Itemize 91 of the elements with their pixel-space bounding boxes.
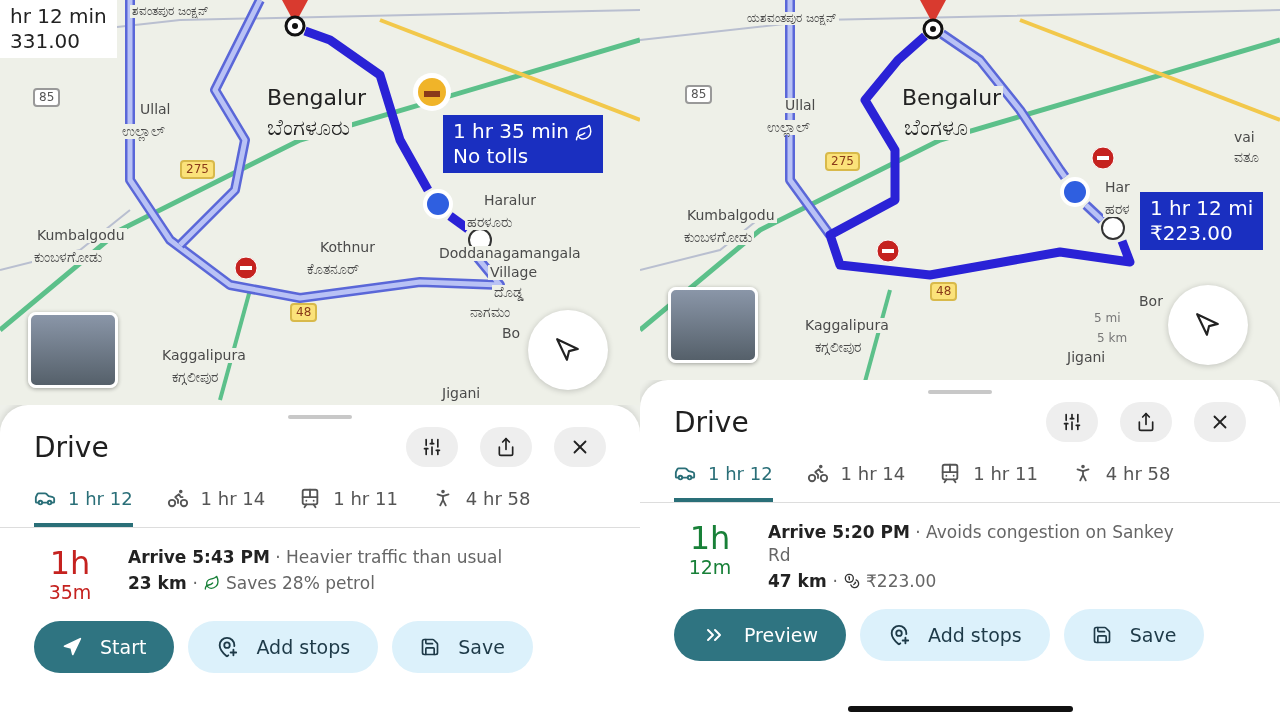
map-label: ಕಗ್ಗಲೀಪುರ [170,370,220,386]
start-point-icon [922,18,944,40]
share-button[interactable] [480,427,532,467]
arrival-info: Arrive 5:43 PM · Heavier traffic than usual [128,546,503,569]
alternate-route-line[interactable] [1082,201,1106,224]
map-label: ಹರಳೂರು [465,215,514,231]
street-view-thumbnail[interactable] [28,312,118,388]
map-label: Kaggalipura [803,318,891,334]
highway-shield: 85 [33,88,61,108]
no-entry-icon [1091,146,1115,170]
start-point-icon [284,15,306,37]
map-label: Ullal [783,98,818,114]
share-icon [496,437,516,457]
trip-detail: Saves 28% petrol [226,572,375,593]
map-label: ಕಗ್ಗಲೀಪುರ [813,340,863,356]
route-time-callout[interactable]: 1 hr 12 mi ₹223.00 [1140,192,1264,250]
settings-icon [422,437,442,457]
travel-mode-tab[interactable]: 1 hr 11 [299,487,398,527]
highway-shield: 275 [180,160,215,180]
map-label: ಹರಳ [1103,202,1132,218]
map-label: ಉಲ್ಲಾಲ್ [765,120,812,136]
start-button[interactable]: Start [34,621,175,674]
highway-shield: 48 [930,282,958,302]
highway-shield: 275 [825,152,860,172]
travel-mode-tab[interactable]: 4 hr 58 [431,487,531,527]
alternate-route-line[interactable] [176,0,265,249]
motorcycle-icon [166,487,189,509]
motorcycle-icon [806,462,829,484]
map-label: ಯಶವಂತಪುರ ಜಂಕ್ಷನ್ [745,12,839,26]
navigation-arrow-icon [555,337,581,363]
map-label: ಕುಂಬಳಗೋಡು [32,250,104,266]
drag-handle[interactable] [928,390,992,394]
travel-mode-tab[interactable]: 1 hr 14 [806,462,906,502]
trip-distance: 23 km [128,572,187,593]
save-button[interactable]: Save [392,621,533,674]
add-stop-button[interactable]: Add stops [188,621,379,674]
save-button[interactable]: Save [1063,608,1205,661]
trip-distance: 47 km [768,570,827,591]
toll-icon [844,572,860,589]
hotel-icon [412,72,452,112]
highway-shield: 48 [290,303,318,323]
add-stop-button[interactable]: Add stops [859,608,1050,661]
sheet-title: Drive [34,430,110,464]
destination-point-icon [1100,215,1126,241]
leaf-icon [204,574,220,591]
map-label: Doddanagamangala [437,246,583,262]
leaf-icon [574,124,593,142]
route-options-button[interactable] [1046,402,1098,442]
map-label: ಕುಂಬಳಗೋಡು [682,230,754,246]
settings-icon [1062,412,1082,432]
map-label: Kumbalgodu [685,208,777,224]
trip-duration: 1h 35m [47,546,93,604]
recenter-button[interactable] [528,310,608,390]
share-button[interactable] [1120,402,1172,442]
arrival-info: Arrive 5:20 PM · Avoids congestion on Sankey Rd [768,521,1175,567]
no-entry-icon [876,239,900,263]
pin-plus-icon [216,636,239,659]
current-location-icon [421,187,455,221]
travel-mode-tab[interactable]: 1 hr 12 [674,462,773,502]
map-label: ಉಲ್ಲಾಲ್ [120,124,167,140]
close-button[interactable] [1194,402,1246,442]
navigation-arrow-icon [1195,312,1221,338]
travel-mode-tab[interactable]: 1 hr 12 [34,487,133,527]
map-label: Kumbalgodu [35,228,127,244]
drag-handle[interactable] [288,415,352,419]
close-button[interactable] [554,427,606,467]
travel-mode-tab[interactable]: 1 hr 11 [939,462,1038,502]
sheet-title: Drive [674,405,750,439]
selected-route-line[interactable] [825,32,1135,280]
map-label: ದೊಡ್ಡ [492,285,526,301]
highway-shield: 85 [685,85,713,105]
navigation-arrow-icon [62,637,82,658]
route-time-callout[interactable]: 1 hr 35 min No tolls [443,115,603,173]
preview-button[interactable]: Preview [674,608,846,661]
trip-detail: ₹223.00 [866,570,937,591]
recenter-button[interactable] [1168,285,1248,365]
no-entry-icon [234,256,258,280]
share-icon [1136,412,1156,432]
route-options-button[interactable] [406,427,458,467]
travel-mode-tab[interactable]: 1 hr 14 [166,487,266,527]
trip-duration: 1h 12m [687,521,733,581]
current-location-icon [1058,175,1092,209]
map-label: Kaggalipura [160,348,248,364]
map-background[interactable]: ಯಶವಂತಪುರ ಜಂಕ್ಷನ್ Bengalur ಬೆಂಗಳೂ Ullal ಉಲ್ಲಾಲ್ 85 275 48 Kumbalgodu ಕುಂಬಳಗೋಡು Har ಹರಳ vai ವತೂ Bor 5 mi 5 km Kaggalipura ಕಗ್ಗಲೀಪುರ Jigani 1 hr 12 mi ₹223.00 [640,0,1280,380]
street-view-thumbnail[interactable] [668,287,758,363]
map-label: Village [488,265,540,281]
separator-dot: · [192,572,198,593]
travel-mode-tab[interactable]: 4 hr 58 [1071,462,1171,502]
route-time-callout[interactable]: hr 12 min 331.00 [0,0,117,58]
map-label: ಶವಂತಪುರ ಜಂಕ್ಷನ್ [130,5,211,19]
separator-dot: · [832,570,838,591]
